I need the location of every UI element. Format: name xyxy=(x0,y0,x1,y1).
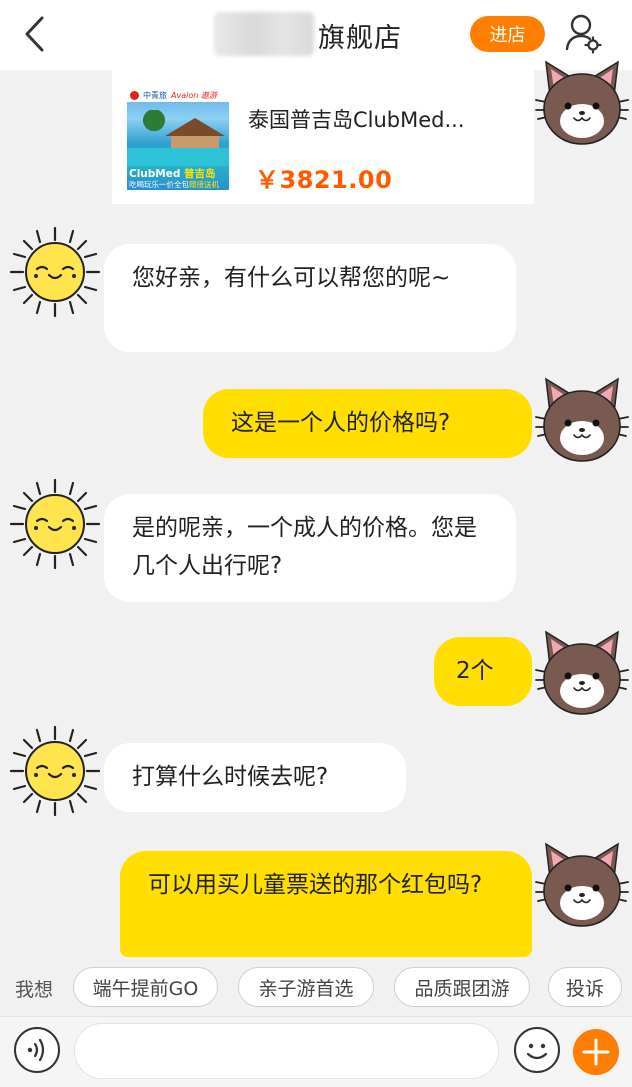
user-avatar-cat-icon xyxy=(535,377,629,462)
complaint-chip[interactable]: 投诉 xyxy=(548,967,622,1007)
user-settings-icon xyxy=(565,14,602,54)
quick-reply-chip[interactable]: 亲子游首选 xyxy=(238,967,374,1007)
input-bar xyxy=(0,1016,632,1087)
agent-avatar-sun-icon xyxy=(9,226,101,318)
product-card[interactable]: 中青旅 Avalon 遨游 ClubMed 普吉岛 吃喝玩乐一价全包赠接送机 泰… xyxy=(112,70,534,204)
user-avatar-cat-icon xyxy=(535,630,629,715)
profile-settings-button[interactable] xyxy=(563,12,603,54)
more-options-button[interactable] xyxy=(573,1029,619,1075)
message-input[interactable] xyxy=(74,1023,499,1079)
brand-logo-icon xyxy=(130,90,139,100)
voice-button[interactable] xyxy=(14,1027,60,1073)
product-price: ￥3821.00 xyxy=(255,166,393,194)
store-title: 旗舰店 xyxy=(318,23,402,54)
quick-reply-label: 我想 xyxy=(15,979,54,1001)
emoji-button[interactable] xyxy=(514,1027,560,1073)
chevron-left-icon xyxy=(25,16,44,52)
thumb-brand-2: Avalon 遨游 xyxy=(171,90,217,100)
voice-icon xyxy=(27,1038,45,1062)
message-bubble-agent: 是的呢亲，一个成人的价格。您是几个人出行呢? xyxy=(104,494,516,602)
user-avatar-cat-icon xyxy=(535,60,629,145)
quick-reply-bar: 我想 端午提前GO 亲子游首选 品质跟团游 投诉 xyxy=(0,958,632,1016)
emoji-icon xyxy=(526,1043,548,1060)
back-button[interactable] xyxy=(18,14,52,54)
message-bubble-agent: 您好亲，有什么可以帮您的呢~ xyxy=(104,244,516,352)
message-bubble-user: 这是一个人的价格吗? xyxy=(203,389,532,458)
message-bubble-agent: 打算什么时候去呢? xyxy=(104,743,406,812)
product-name: 泰国普吉岛ClubMed... xyxy=(248,108,465,132)
product-thumbnail: 中青旅 Avalon 遨游 ClubMed 普吉岛 吃喝玩乐一价全包赠接送机 xyxy=(127,88,229,190)
agent-avatar-sun-icon xyxy=(9,725,101,817)
quick-reply-chip[interactable]: 端午提前GO xyxy=(73,967,218,1007)
message-bubble-user: 可以用买儿童票送的那个红包吗? xyxy=(120,851,532,957)
thumb-caption-2: 吃喝玩乐一价全包赠接送机 xyxy=(129,180,219,189)
plus-icon xyxy=(582,1038,610,1066)
enter-store-button[interactable]: 进店 xyxy=(470,16,545,52)
user-avatar-cat-icon xyxy=(535,842,629,927)
quick-reply-chip[interactable]: 品质跟团游 xyxy=(394,967,530,1007)
message-bubble-user: 2个 xyxy=(434,637,532,706)
agent-avatar-sun-icon xyxy=(9,478,101,570)
palm-tree-icon xyxy=(141,110,167,144)
store-name-blurred xyxy=(214,12,314,56)
thumb-brand: 中青旅 xyxy=(143,90,167,100)
